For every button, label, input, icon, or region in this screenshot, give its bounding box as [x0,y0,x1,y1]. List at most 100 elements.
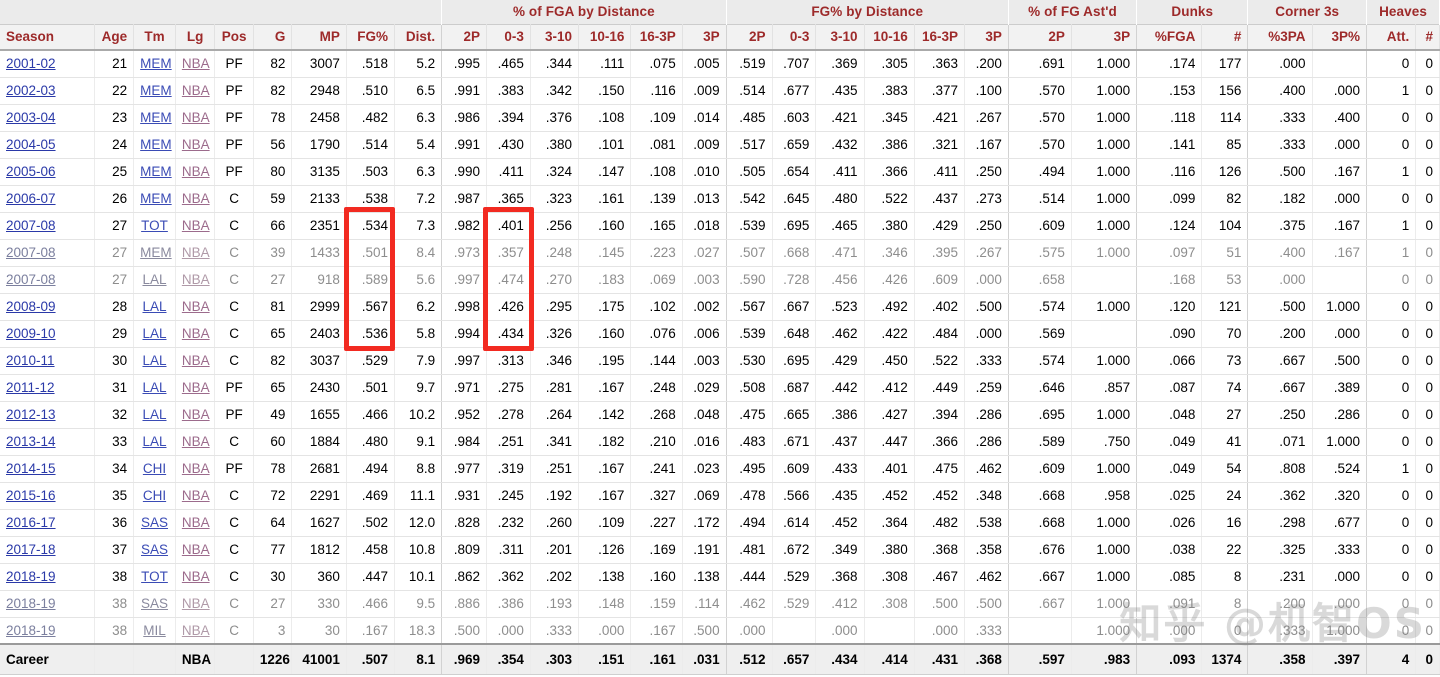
column-header-2p-15[interactable]: 2P [726,23,773,51]
column-header-age-1[interactable]: Age [94,23,135,51]
link-season[interactable]: 2007-08 [6,245,56,260]
link-lg[interactable]: NBA [182,380,210,395]
link-season[interactable]: 2005-06 [6,164,56,179]
link-lg[interactable]: NBA [182,515,210,530]
cell-0-3-16: .671 [772,428,817,456]
link-tm[interactable]: LAL [142,434,166,449]
link-season[interactable]: 2018-19 [6,569,56,584]
link-lg[interactable]: NBA [182,137,210,152]
column-header-3p-20[interactable]: 3P [964,23,1009,51]
link-lg[interactable]: NBA [182,56,210,71]
column-header-pos-4[interactable]: Pos [214,23,254,51]
link-season[interactable]: 2014-15 [6,461,56,476]
link-lg[interactable]: NBA [182,488,210,503]
link-lg[interactable]: NBA [182,326,210,341]
link-tm[interactable]: MEM [140,245,172,260]
column-header-3p-22[interactable]: 3P [1071,23,1138,51]
link-tm[interactable]: MEM [140,191,172,206]
link-lg[interactable]: NBA [182,542,210,557]
column-header-10-16-18[interactable]: 10-16 [864,23,915,51]
link-lg[interactable]: NBA [182,407,210,422]
cell-mp-6: 1790 [291,131,347,159]
link-season[interactable]: 2011-12 [6,380,55,395]
link-tm[interactable]: MIL [143,623,166,638]
link-lg[interactable]: NBA [182,569,210,584]
link-tm[interactable]: TOT [141,569,168,584]
link-season[interactable]: 2006-07 [6,191,56,206]
link-season[interactable]: 2001-02 [6,56,56,71]
link-season[interactable]: 2008-09 [6,299,56,314]
link-tm[interactable]: SAS [141,515,168,530]
column-header-3-10-11[interactable]: 3-10 [530,23,580,51]
link-tm[interactable]: MEM [140,137,172,152]
link-tm[interactable]: LAL [142,353,166,368]
link-season[interactable]: 2015-16 [6,488,56,503]
column-header-g-5[interactable]: G [253,23,293,51]
link-tm[interactable]: CHI [143,488,166,503]
link-season[interactable]: 2018-19 [6,623,56,638]
link-tm[interactable]: SAS [141,542,168,557]
link-lg[interactable]: NBA [182,461,210,476]
column-header--28[interactable]: # [1415,23,1440,51]
column-header-0-3-16[interactable]: 0-3 [772,23,817,51]
link-lg[interactable]: NBA [182,299,210,314]
column-header-season-0[interactable]: Season [0,23,95,51]
link-tm[interactable]: SAS [141,596,168,611]
link-lg[interactable]: NBA [182,623,210,638]
column-header-2p-21[interactable]: 2P [1008,23,1072,51]
link-season[interactable]: 2004-05 [6,137,56,152]
column-header-att-27[interactable]: Att. [1366,23,1417,51]
column-header-3-10-17[interactable]: 3-10 [815,23,865,51]
column-header-fg-7[interactable]: FG% [346,23,396,51]
link-season[interactable]: 2018-19 [6,596,56,611]
link-tm[interactable]: MEM [140,110,172,125]
link-season[interactable]: 2009-10 [6,326,56,341]
link-tm[interactable]: LAL [142,380,166,395]
column-header-2p-9[interactable]: 2P [441,23,488,51]
link-tm[interactable]: LAL [142,272,166,287]
column-header-mp-6[interactable]: MP [291,23,347,51]
link-tm[interactable]: LAL [142,407,166,422]
link-season[interactable]: 2013-14 [6,434,56,449]
link-tm[interactable]: TOT [141,218,168,233]
column-header--24[interactable]: # [1201,23,1249,51]
link-season[interactable]: 2017-18 [6,542,56,557]
link-season[interactable]: 2007-08 [6,272,56,287]
column-header-10-16-12[interactable]: 10-16 [578,23,632,51]
column-header-3p-14[interactable]: 3P [682,23,727,51]
link-lg[interactable]: NBA [182,245,210,260]
link-season[interactable]: 2002-03 [6,83,56,98]
column-header-3pa-25[interactable]: %3PA [1247,23,1313,51]
column-header-tm-2[interactable]: Tm [133,23,176,51]
link-tm[interactable]: LAL [142,299,166,314]
link-lg[interactable]: NBA [182,110,210,125]
link-tm[interactable]: MEM [140,164,172,179]
link-tm[interactable]: CHI [143,461,166,476]
cell-lg-3: NBA [175,158,216,186]
link-season[interactable]: 2016-17 [6,515,56,530]
column-header-16-3p-19[interactable]: 16-3P [914,23,966,51]
link-tm[interactable]: MEM [140,56,172,71]
column-header-16-3p-13[interactable]: 16-3P [630,23,683,51]
link-season[interactable]: 2007-08 [6,218,56,233]
link-lg[interactable]: NBA [182,596,210,611]
link-lg[interactable]: NBA [182,434,210,449]
link-lg[interactable]: NBA [182,83,210,98]
link-season[interactable]: 2010-11 [6,353,55,368]
link-lg[interactable]: NBA [182,164,210,179]
column-header-3p-26[interactable]: 3P% [1312,23,1368,51]
column-header-fga-23[interactable]: %FGA [1136,23,1203,51]
link-lg[interactable]: NBA [182,218,210,233]
column-header-0-3-10[interactable]: 0-3 [486,23,531,51]
cell-16-3p-13: .241 [630,455,683,483]
link-tm[interactable]: LAL [142,326,166,341]
link-lg[interactable]: NBA [182,191,210,206]
link-lg[interactable]: NBA [182,272,210,287]
cell-16-3p-19: .421 [914,104,966,132]
link-season[interactable]: 2012-13 [6,407,56,422]
link-lg[interactable]: NBA [182,353,210,368]
column-header-dist-8[interactable]: Dist. [394,23,443,51]
link-tm[interactable]: MEM [140,83,172,98]
column-header-lg-3[interactable]: Lg [175,23,216,51]
link-season[interactable]: 2003-04 [6,110,56,125]
